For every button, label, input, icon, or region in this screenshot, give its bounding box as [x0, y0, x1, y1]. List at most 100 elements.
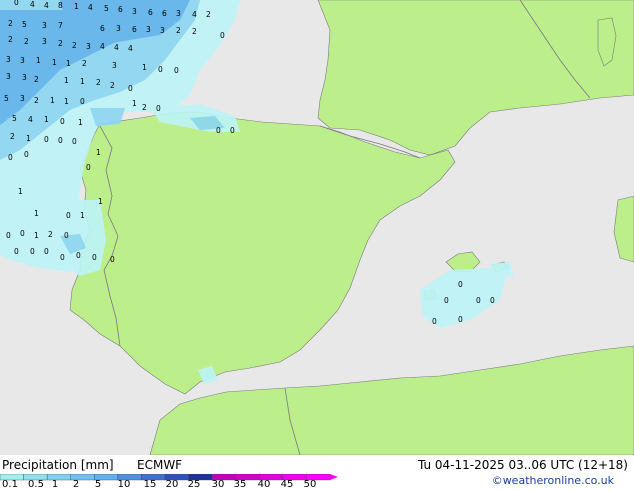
- color-scale-tick: 10: [117, 479, 131, 490]
- map-value-label: 2: [110, 81, 115, 90]
- map-value-label: 0: [14, 0, 19, 7]
- map-value-label: 7: [58, 21, 63, 30]
- map-value-label: 0: [64, 231, 69, 240]
- map-value-label: 1: [80, 77, 85, 86]
- map-value-label: 0: [174, 66, 179, 75]
- color-scale-tick: 25: [187, 479, 201, 490]
- map-value-label: 4: [192, 10, 197, 19]
- map-value-label: 0: [156, 104, 161, 113]
- map-value-label: 0: [58, 136, 63, 145]
- color-scale-tick: 50: [303, 479, 317, 490]
- map-value-label: 2: [96, 78, 101, 87]
- map-value-label: 2: [58, 39, 63, 48]
- map-value-label: 6: [118, 5, 123, 14]
- map-value-label: 0: [60, 117, 65, 126]
- map-value-label: 1: [64, 97, 69, 106]
- map-value-label: 4: [30, 0, 35, 9]
- map-value-label: 3: [132, 7, 137, 16]
- color-scale-tick: 15: [143, 479, 157, 490]
- precip-galicia: [90, 108, 125, 126]
- map-value-label: 3: [112, 61, 117, 70]
- map-value-label: 0: [14, 247, 19, 256]
- map-value-label: 0: [20, 229, 25, 238]
- map-value-label: 0: [444, 296, 449, 305]
- map-value-label: 1: [142, 63, 147, 72]
- map-value-label: 2: [82, 59, 87, 68]
- map-value-label: 4: [128, 44, 133, 53]
- map-value-label: 5: [4, 94, 9, 103]
- map-value-label: 2: [176, 26, 181, 35]
- map-value-label: 6: [100, 24, 105, 33]
- valid-time: Tu 04-11-2025 03..06 UTC (12+18): [417, 458, 628, 472]
- map-value-label: 2: [34, 75, 39, 84]
- map-value-label: 6: [148, 8, 153, 17]
- map-value-label: 1: [132, 99, 137, 108]
- map-value-label: 3: [42, 21, 47, 30]
- map-value-label: 2: [72, 41, 77, 50]
- map-value-label: 0: [66, 211, 71, 220]
- credit-text: ©weatheronline.co.uk: [491, 474, 614, 487]
- map-value-label: 0: [110, 255, 115, 264]
- map-value-label: 1: [80, 211, 85, 220]
- map-value-label: 8: [58, 1, 63, 10]
- map-area: 0448145636634225376363322022322344433111…: [0, 0, 634, 455]
- color-scale-tick: 2: [72, 479, 80, 490]
- map-value-label: 3: [6, 55, 11, 64]
- color-scale-ticks: 0.1 0.5 1 2 5 10 15 20 25 30 35 40 45 50: [0, 479, 340, 490]
- map-value-label: 4: [114, 43, 119, 52]
- map-value-label: 1: [34, 231, 39, 240]
- map-value-label: 1: [98, 197, 103, 206]
- legend-bar: Precipitation [mm] ECMWF Tu 04-11-2025 0…: [0, 455, 634, 490]
- map-value-label: 0: [44, 135, 49, 144]
- map-value-label: 1: [64, 76, 69, 85]
- map-value-label: 6: [132, 25, 137, 34]
- map-value-label: 5: [22, 20, 27, 29]
- map-value-label: 1: [66, 59, 71, 68]
- map-value-label: 0: [44, 247, 49, 256]
- map-value-label: 2: [34, 96, 39, 105]
- map-value-label: 0: [24, 150, 29, 159]
- map-value-label: 2: [192, 27, 197, 36]
- map-value-label: 2: [8, 19, 13, 28]
- map-value-label: 3: [86, 42, 91, 51]
- map-value-label: 1: [34, 209, 39, 218]
- map-value-label: 0: [72, 137, 77, 146]
- map-value-label: 0: [128, 84, 133, 93]
- map-value-label: 1: [52, 58, 57, 67]
- map-value-label: 0: [92, 253, 97, 262]
- map-value-label: 0: [216, 126, 221, 135]
- map-value-label: 3: [146, 25, 151, 34]
- map-value-label: 2: [8, 35, 13, 44]
- map-value-label: 0: [80, 97, 85, 106]
- map-value-label: 3: [20, 94, 25, 103]
- map-value-label: 3: [160, 26, 165, 35]
- map-value-label: 4: [28, 115, 33, 124]
- map-value-label: 3: [6, 72, 11, 81]
- map-value-label: 0: [490, 296, 495, 305]
- map-value-label: 0: [432, 317, 437, 326]
- map-value-label: 0: [458, 280, 463, 289]
- map-value-label: 0: [86, 163, 91, 172]
- map-value-label: 1: [74, 2, 79, 11]
- color-scale-tick: 45: [280, 479, 294, 490]
- map-value-label: 1: [78, 118, 83, 127]
- map-value-label: 4: [100, 42, 105, 51]
- map-value-label: 1: [96, 148, 101, 157]
- color-scale-tick: 0.5: [28, 479, 44, 490]
- map-value-label: 2: [142, 103, 147, 112]
- map-value-label: 0: [230, 126, 235, 135]
- map-value-label: 0: [476, 296, 481, 305]
- color-scale-tick: 0.1: [2, 479, 18, 490]
- color-scale-tick: 20: [165, 479, 179, 490]
- color-scale-tick: 30: [211, 479, 225, 490]
- map-value-label: 3: [42, 37, 47, 46]
- map-value-label: 0: [8, 153, 13, 162]
- map-value-label: 2: [48, 230, 53, 239]
- map-value-label: 6: [162, 9, 167, 18]
- map-value-label: 3: [22, 73, 27, 82]
- model-name: ECMWF: [137, 458, 183, 472]
- map-value-label: 2: [206, 10, 211, 19]
- map-value-label: 3: [20, 56, 25, 65]
- map-value-label: 0: [220, 31, 225, 40]
- map-value-label: 0: [76, 251, 81, 260]
